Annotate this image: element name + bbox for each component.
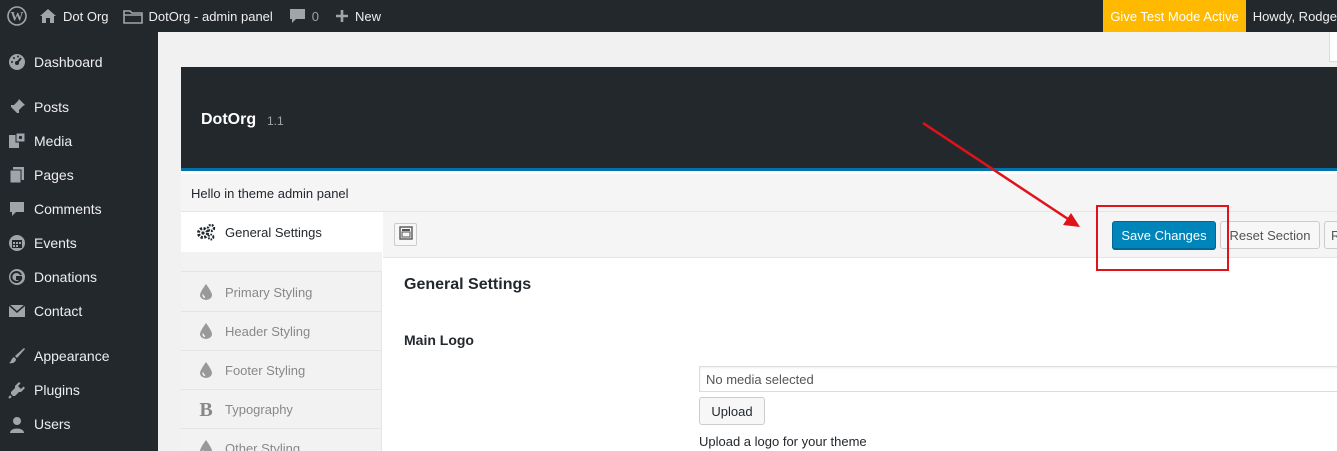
droplet-icon <box>195 323 217 339</box>
section-other-styling[interactable]: Other Styling <box>181 429 382 451</box>
dashboard-icon <box>0 53 34 71</box>
sidebar-item-contact[interactable]: Contact <box>0 294 158 328</box>
sidebar-item-dashboard[interactable]: Dashboard <box>0 45 158 79</box>
paintbrush-icon <box>0 347 34 365</box>
section-typography[interactable]: B Typography <box>181 390 382 429</box>
svg-text:B: B <box>199 400 212 418</box>
sidebar-item-posts[interactable]: Posts <box>0 90 158 124</box>
sidebar-item-plugins[interactable]: Plugins <box>0 373 158 407</box>
site-name-link[interactable]: Dot Org <box>34 0 115 32</box>
media-icon <box>0 132 34 150</box>
droplet-icon <box>195 440 217 451</box>
sidebar-item-label: Donations <box>34 269 98 285</box>
section-primary-styling[interactable]: Primary Styling <box>181 273 382 312</box>
annotation-highlight-box <box>1096 205 1229 271</box>
admin-bar: W Dot Org DotOrg - admin panel 0 New Giv… <box>0 0 1337 32</box>
admin-panel-label: DotOrg - admin panel <box>148 8 273 24</box>
section-label: Typography <box>225 401 293 417</box>
comment-icon <box>0 200 34 218</box>
sidebar-item-pages[interactable]: Pages <box>0 158 158 192</box>
sidebar-item-media[interactable]: Media <box>0 124 158 158</box>
sidebar-item-label: Comments <box>34 201 102 217</box>
sidebar-item-label: Plugins <box>34 382 80 398</box>
intro-text: Hello in theme admin panel <box>191 186 349 201</box>
section-general-settings[interactable]: General Settings <box>181 212 382 252</box>
section-label: Other Styling <box>225 440 301 451</box>
field-description: Upload a logo for your theme <box>699 434 867 449</box>
expand-icon <box>398 226 413 243</box>
site-name: Dot Org <box>63 8 109 24</box>
reset-all-button[interactable]: R <box>1324 221 1337 249</box>
section-label: Header Styling <box>225 323 311 339</box>
howdy-label: Howdy, Rodge <box>1252 8 1337 24</box>
comments-link[interactable]: 0 <box>281 0 327 32</box>
home-icon <box>39 8 57 24</box>
envelope-icon <box>0 304 34 318</box>
sidebar-item-comments[interactable]: Comments <box>0 192 158 226</box>
comments-count: 0 <box>311 8 320 24</box>
sidebar-item-appearance[interactable]: Appearance <box>0 339 158 373</box>
section-label: Primary Styling <box>225 284 313 300</box>
plugin-icon <box>0 381 34 399</box>
sidebar-item-donations[interactable]: Donations <box>0 260 158 294</box>
panel-header: DotOrg 1.1 <box>181 67 1337 171</box>
upload-button[interactable]: Upload <box>699 397 765 425</box>
theme-name: DotOrg <box>201 111 257 128</box>
svg-text:W: W <box>11 9 24 24</box>
give-icon <box>0 268 34 286</box>
bold-b-icon: B <box>195 400 217 418</box>
sidebar-item-label: Posts <box>34 99 70 115</box>
admin-panel-link[interactable]: DotOrg - admin panel <box>115 0 281 32</box>
sidebar-item-label: Appearance <box>34 348 110 364</box>
new-label: New <box>355 8 382 24</box>
admin-sidebar: Dashboard Posts Media Pages Comments Eve… <box>0 32 158 451</box>
sidebar-item-label: Pages <box>34 167 74 183</box>
theme-version: 1.1 <box>267 114 284 128</box>
sidebar-item-label: Events <box>34 235 77 251</box>
sidebar-item-label: Contact <box>34 303 83 319</box>
folder-icon <box>122 9 143 24</box>
screen-options-tab[interactable] <box>1329 32 1337 62</box>
user-icon <box>0 416 34 433</box>
give-test-mode-label: Give Test Mode Active <box>1110 8 1239 24</box>
section-header-styling[interactable]: Header Styling <box>181 312 382 351</box>
sidebar-item-users[interactable]: Users <box>0 407 158 441</box>
sidebar-item-label: Dashboard <box>34 54 103 70</box>
gears-icon <box>195 223 217 241</box>
pages-icon <box>0 166 34 184</box>
sidebar-item-label: Users <box>34 416 71 432</box>
main-logo-label: Main Logo <box>404 332 474 348</box>
sidebar-item-events[interactable]: Events <box>0 226 158 260</box>
give-test-mode-badge[interactable]: Give Test Mode Active <box>1103 0 1246 32</box>
plus-icon <box>335 9 349 23</box>
reset-section-button[interactable]: Reset Section <box>1220 221 1320 249</box>
expand-options-button[interactable] <box>394 223 417 246</box>
droplet-icon <box>195 284 217 300</box>
comment-bubble-icon <box>289 8 306 24</box>
section-label: Footer Styling <box>225 362 306 378</box>
section-title: General Settings <box>404 276 532 293</box>
options-section-nav: General Settings Primary Styling Header … <box>181 212 382 451</box>
media-url-field[interactable] <box>699 366 1337 392</box>
section-label: General Settings <box>225 224 322 240</box>
my-account-menu[interactable]: Howdy, Rodge <box>1246 0 1337 32</box>
sidebar-item-label: Media <box>34 133 73 149</box>
wordpress-icon: W <box>7 6 27 26</box>
droplet-icon <box>195 362 217 378</box>
wordpress-logo-menu[interactable]: W <box>0 0 34 32</box>
section-footer-styling[interactable]: Footer Styling <box>181 351 382 390</box>
section-nav-spacer <box>181 252 382 272</box>
calendar-icon <box>0 234 34 252</box>
pushpin-icon <box>0 98 34 116</box>
new-content-link[interactable]: New <box>327 0 389 32</box>
